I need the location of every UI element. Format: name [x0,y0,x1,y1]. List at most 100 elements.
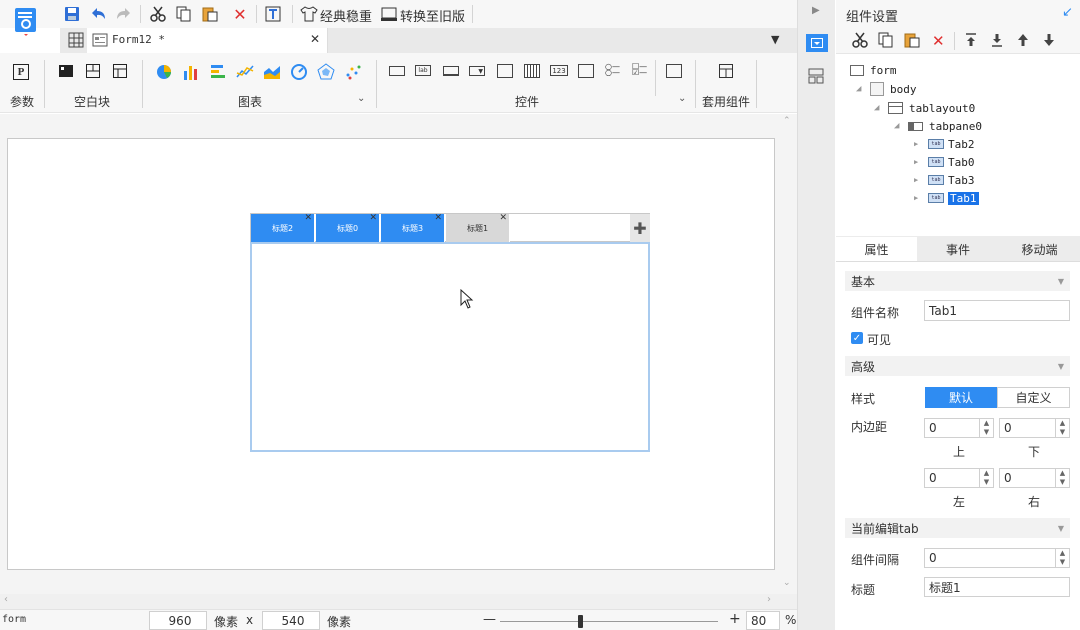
tab-content-area[interactable] [250,242,650,452]
close-tab-icon[interactable]: ✕ [310,32,320,46]
param-icon[interactable]: P [13,64,29,80]
close-tab-icon[interactable]: ✕ [304,213,312,223]
file-tab[interactable]: Form12 * ✕ [87,28,328,53]
canvas-tab[interactable]: 标题2 ✕ [251,213,315,242]
section-advanced[interactable]: 高级 ▼ [845,356,1070,376]
tab-events[interactable]: 事件 [918,237,998,261]
button-control-icon[interactable] [389,66,405,76]
area-chart-icon[interactable] [263,63,281,81]
padding-left-input[interactable]: 0 ▲ ▼ [924,468,994,488]
expand-arrow-icon[interactable]: ◢ [874,103,884,113]
vertical-scrollbar[interactable]: ⌃ ⌄ [780,114,797,594]
move-top-icon[interactable] [965,33,977,50]
bar-chart-icon[interactable] [182,63,200,81]
textarea-control-icon[interactable] [578,64,594,78]
height-input[interactable]: 540 [262,611,320,630]
style-custom-button[interactable]: 自定义 [997,387,1070,408]
move-down-icon[interactable] [1043,33,1055,50]
convert-icon[interactable] [379,4,399,24]
tree-node-tab[interactable]: ▶ tab Tab3 [914,171,975,189]
spinner-icon[interactable]: ▲ ▼ [979,469,993,487]
undo-icon[interactable] [88,4,108,24]
controls-expand-icon[interactable]: ⌄ [678,93,686,104]
tree-node-tabpane[interactable]: ◢ tabpane0 [894,117,982,135]
expand-arrow-icon[interactable]: ▶ [914,176,924,184]
name-input[interactable]: Tab1 [924,300,1070,321]
app-logo-icon[interactable] [14,6,38,36]
tree-node-tab[interactable]: ▶ tab Tab2 [914,135,975,153]
tree-node-tablayout[interactable]: ◢ tablayout0 [874,99,975,117]
tree-node-tab[interactable]: ▶ tab Tab1 [914,189,979,207]
caption-input[interactable]: 标题1 [924,577,1070,597]
search-control-icon[interactable] [666,64,682,78]
blank-absolute-icon[interactable] [58,63,76,81]
save-icon[interactable] [62,4,82,24]
padding-right-input[interactable]: 0 ▲ ▼ [999,468,1070,488]
text-icon[interactable] [264,4,284,24]
spinner-icon[interactable]: ▲ ▼ [1055,419,1069,437]
blank-split-icon[interactable] [85,63,103,81]
zoom-slider-track[interactable] [500,621,718,622]
horizontal-scrollbar[interactable]: ‹ › [0,594,797,609]
panel-cut-icon[interactable] [852,32,868,51]
padding-top-input[interactable]: 0 ▲ ▼ [924,418,994,438]
panel-pin-icon[interactable]: ↙ [1062,5,1073,20]
calendar-control-icon[interactable] [524,64,540,78]
gauge-chart-icon[interactable] [290,63,308,81]
spacing-input[interactable]: 0 ▲ ▼ [924,548,1070,568]
move-up-icon[interactable] [1017,33,1029,50]
pie-chart-icon[interactable] [155,63,173,81]
radar-chart-icon[interactable] [317,63,335,81]
spinner-icon[interactable]: ▲ ▼ [979,419,993,437]
delete-icon[interactable]: ✕ [230,4,250,24]
collapse-panel-icon[interactable]: ▶ [812,5,820,16]
width-input[interactable]: 960 [149,611,207,630]
grid-icon[interactable] [68,32,84,48]
section-current-tab[interactable]: 当前编辑tab ▼ [845,518,1070,538]
datetime-control-icon[interactable] [497,64,513,78]
panel-copy-icon[interactable] [878,32,894,51]
close-tab-icon[interactable]: ✕ [369,213,377,223]
expand-arrow-icon[interactable]: ◢ [894,121,904,131]
expand-arrow-icon[interactable]: ▶ [914,140,924,148]
zoom-slider-handle[interactable] [578,615,583,628]
radio-group-control-icon[interactable]: ○— ○— [605,63,621,78]
visible-checkbox[interactable]: ✓ [851,332,863,344]
expand-arrow-icon[interactable]: ◢ [856,84,866,94]
hbar-chart-icon[interactable] [209,63,227,81]
panel-paste-icon[interactable] [904,32,920,51]
close-tab-icon[interactable]: ✕ [499,213,507,223]
shirt-icon[interactable] [299,4,319,24]
label-control-icon[interactable]: lab [415,65,431,76]
add-tab-button[interactable]: ✚ [630,214,650,242]
cut-icon[interactable] [148,4,168,24]
expand-arrow-icon[interactable]: ▶ [914,194,924,202]
preset-component-icon[interactable] [718,63,736,81]
combobox-control-icon[interactable]: ▼ [469,66,485,76]
scatter-chart-icon[interactable] [344,63,362,81]
component-settings-tab-icon[interactable] [806,34,828,52]
spinner-icon[interactable]: ▲ ▼ [1055,469,1069,487]
canvas-tab[interactable]: 标题0 ✕ [316,213,380,242]
zoom-out-button[interactable]: — [483,612,496,627]
style-default-button[interactable]: 默认 [925,387,997,408]
convert-old-button[interactable]: 转换至旧版 [400,6,465,25]
tree-node-tab[interactable]: ▶ tab Tab0 [914,153,975,171]
blank-grid-icon[interactable] [112,63,130,81]
move-bottom-icon[interactable] [991,33,1003,50]
classic-style-button[interactable]: 经典稳重 [320,6,372,25]
tab-menu-icon[interactable]: ▼ [771,33,779,46]
spinner-icon[interactable]: ▲ ▼ [1055,549,1069,567]
redo-icon[interactable] [114,4,134,24]
textbox-control-icon[interactable] [443,66,459,76]
zoom-in-button[interactable]: + [729,611,741,627]
number-control-icon[interactable]: 123 [550,65,568,76]
padding-bottom-input[interactable]: 0 ▲ ▼ [999,418,1070,438]
tree-node-form[interactable]: form [850,61,897,79]
canvas-tab[interactable]: 标题3 ✕ [381,213,445,242]
tab-properties[interactable]: 属性 [836,237,917,261]
zoom-input[interactable]: 80 [746,611,780,630]
checkbox-group-control-icon[interactable]: ☐— ☑— [632,63,648,78]
copy-icon[interactable] [174,4,194,24]
section-basic[interactable]: 基本 ▼ [845,271,1070,291]
